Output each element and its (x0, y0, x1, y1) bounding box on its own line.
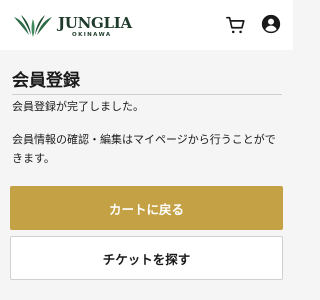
site-header: JUNGLIA OKINAWA (0, 0, 293, 50)
account-circle-icon[interactable] (261, 14, 281, 34)
find-tickets-button[interactable]: チケットを探す (10, 236, 283, 280)
back-to-cart-button[interactable]: カートに戻る (10, 186, 283, 230)
junglia-logo[interactable]: JUNGLIA OKINAWA (12, 13, 132, 43)
leaf-logo-icon (14, 15, 52, 37)
info-message: 会員情報の確認・編集はマイページから行うことができます。 (12, 133, 276, 165)
logo-subtext: OKINAWA (72, 32, 112, 38)
completion-message: 会員登録が完了しました。 (12, 100, 144, 113)
logo-wordmark: JUNGLIA (58, 14, 132, 32)
cart-icon[interactable] (225, 14, 247, 36)
title-divider (12, 94, 282, 95)
page-title: 会員登録 (12, 71, 80, 91)
